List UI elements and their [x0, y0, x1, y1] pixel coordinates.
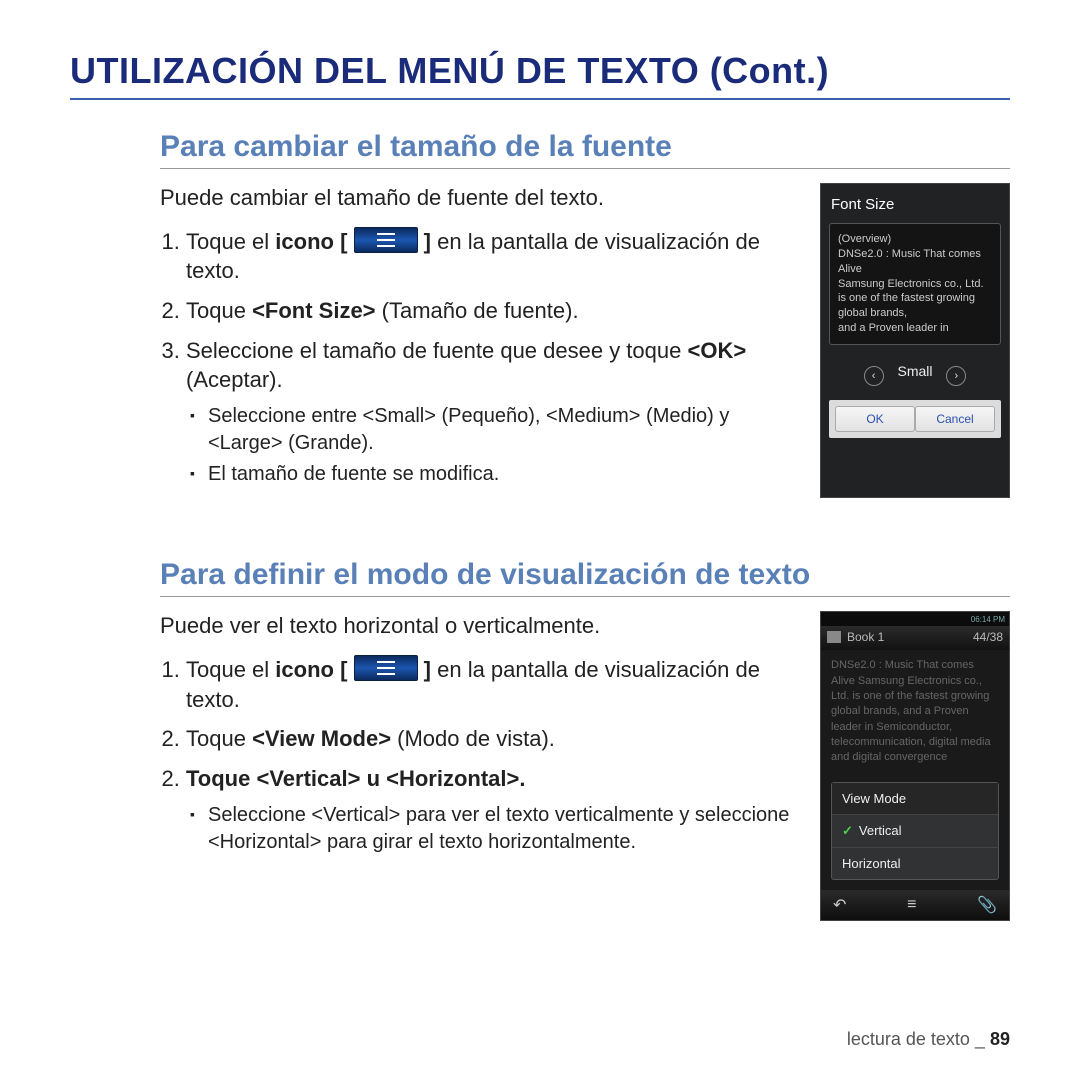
- option-vertical[interactable]: Vertical: [832, 815, 998, 848]
- text: icono [: [275, 657, 347, 682]
- footer-section: lectura de texto _: [847, 1029, 985, 1049]
- text: <OK>: [687, 338, 746, 363]
- section-view-mode: Para definir el modo de visualización de…: [70, 558, 1010, 921]
- text: ]: [424, 229, 437, 254]
- section2-step3: Toque <Vertical> u <Horizontal>. Selecci…: [186, 764, 804, 856]
- device-font-size: Font Size (Overview) DNSe2.0 : Music Tha…: [820, 183, 1010, 498]
- device2-progress: 44/38: [973, 630, 1003, 644]
- section2-intro: Puede ver el texto horizontal o vertical…: [160, 611, 804, 641]
- section1-sub2: El tamaño de fuente se modifica.: [208, 461, 804, 488]
- device-view-mode: 06:14 PM Book 1 44/38 DNSe2.0 : Music Th…: [820, 611, 1010, 921]
- footer-page-number: 89: [990, 1029, 1010, 1049]
- text: Seleccione el tamaño de fuente que desee…: [186, 338, 687, 363]
- back-icon[interactable]: ↶: [833, 895, 846, 915]
- section2-heading: Para definir el modo de visualización de…: [70, 558, 1010, 592]
- device2-status-bar: 06:14 PM: [821, 612, 1009, 626]
- menu-bars-icon[interactable]: ≡: [907, 896, 916, 914]
- text: Toque: [186, 298, 252, 323]
- device2-text-body: DNSe2.0 : Music That comes Alive Samsung…: [821, 650, 1009, 774]
- section2-step2: Toque <View Mode> (Modo de vista).: [186, 724, 804, 754]
- section-font-size: Para cambiar el tamaño de la fuente Pued…: [70, 130, 1010, 498]
- text: (Modo de vista).: [391, 726, 555, 751]
- text: DNSe2.0 : Music That comes Alive: [838, 247, 992, 277]
- page-footer: lectura de texto _ 89: [847, 1029, 1010, 1050]
- section2-sub1: Seleccione <Vertical> para ver el texto …: [208, 802, 804, 856]
- text: Toque: [186, 766, 256, 791]
- device1-selection-row: ‹ Small ›: [829, 345, 1001, 400]
- text: Toque el: [186, 229, 275, 254]
- text: <Vertical>: [256, 766, 360, 791]
- attachment-icon[interactable]: 📎: [977, 895, 997, 915]
- text: Toque: [186, 726, 252, 751]
- text: <View Mode>: [252, 726, 391, 751]
- text: (Tamaño de fuente).: [376, 298, 579, 323]
- popup-header: View Mode: [832, 783, 998, 815]
- menu-icon: [354, 227, 418, 253]
- cancel-button[interactable]: Cancel: [915, 406, 995, 432]
- chevron-right-icon[interactable]: ›: [946, 366, 966, 386]
- section1-sub1: Seleccione entre <Small> (Pequeño), <Med…: [208, 403, 804, 457]
- book-icon: [827, 631, 841, 643]
- ok-button[interactable]: OK: [835, 406, 915, 432]
- section1-step2: Toque <Font Size> (Tamaño de fuente).: [186, 296, 804, 326]
- section1-step1: Toque el icono [ ] en la pantalla de vis…: [186, 227, 804, 286]
- device1-title: Font Size: [829, 192, 1001, 223]
- section2-step1: Toque el icono [ ] en la pantalla de vis…: [186, 655, 804, 714]
- device2-popup-menu: View Mode Vertical Horizontal: [831, 782, 999, 880]
- text: Samsung Electronics co., Ltd. is one of …: [838, 277, 992, 322]
- text: .: [519, 766, 525, 791]
- title-divider: [70, 98, 1010, 100]
- text: ]: [424, 657, 437, 682]
- text: u: [360, 766, 386, 791]
- device1-selection: Small: [897, 363, 932, 379]
- text: <Horizontal>: [386, 766, 519, 791]
- text: <Font Size>: [252, 298, 375, 323]
- device1-preview: (Overview) DNSe2.0 : Music That comes Al…: [829, 223, 1001, 345]
- text: (Aceptar).: [186, 367, 283, 392]
- device2-book-title: Book 1: [847, 630, 884, 644]
- menu-icon: [354, 655, 418, 681]
- page-title: UTILIZACIÓN DEL MENÚ DE TEXTO (Cont.): [70, 50, 1010, 92]
- section2-divider: [160, 596, 1010, 597]
- text: and a Proven leader in: [838, 321, 992, 336]
- chevron-left-icon[interactable]: ‹: [864, 366, 884, 386]
- text: (Overview): [838, 232, 992, 247]
- text: Toque el: [186, 657, 275, 682]
- section1-intro: Puede cambiar el tamaño de fuente del te…: [160, 183, 804, 213]
- section1-divider: [160, 168, 1010, 169]
- section1-heading: Para cambiar el tamaño de la fuente: [70, 130, 1010, 164]
- status-time: 06:14 PM: [971, 615, 1005, 624]
- option-horizontal[interactable]: Horizontal: [832, 848, 998, 879]
- section1-step3: Seleccione el tamaño de fuente que desee…: [186, 336, 804, 488]
- text: icono [: [275, 229, 347, 254]
